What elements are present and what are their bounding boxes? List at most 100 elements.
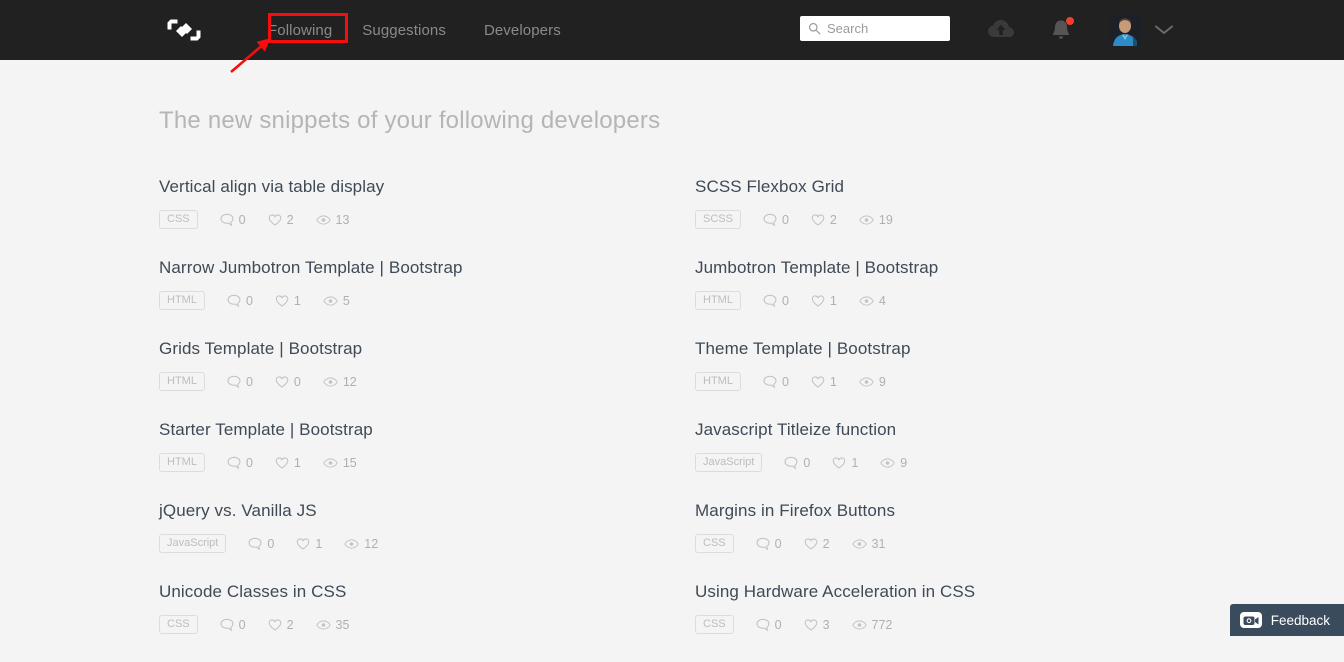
snippet-tag[interactable]: HTML [695, 372, 741, 391]
view-count: 12 [343, 375, 357, 389]
nav-link-suggestions[interactable]: Suggestions [362, 22, 446, 39]
snippet-meta: HTML 0 1 4 [695, 291, 1189, 310]
snippet-title[interactable]: Grids Template | Bootstrap [159, 338, 695, 360]
snippet-likes: 1 [275, 294, 301, 308]
snippet-meta: CSS 0 2 35 [159, 615, 695, 634]
heart-icon [811, 375, 825, 389]
comment-count: 0 [782, 213, 789, 227]
comment-icon [756, 618, 770, 632]
snippet-tag[interactable]: JavaScript [159, 534, 226, 553]
snippet-meta: CSS 0 2 31 [695, 534, 1189, 553]
comment-icon [227, 375, 241, 389]
snippet-card[interactable]: Vertical align via table display CSS 0 2… [159, 176, 695, 257]
snippet-card[interactable]: Margins in Firefox Buttons CSS 0 2 31 [695, 500, 1189, 581]
snippet-card[interactable]: Narrow Jumbotron Template | Bootstrap HT… [159, 257, 695, 338]
nav-link-following[interactable]: Following [268, 22, 332, 39]
snippet-title[interactable]: jQuery vs. Vanilla JS [159, 500, 695, 522]
snippet-tag[interactable]: CSS [159, 615, 198, 634]
snippet-meta: HTML 0 1 5 [159, 291, 695, 310]
eye-icon [323, 294, 338, 308]
snippet-title[interactable]: Javascript Titleize function [695, 419, 1189, 441]
snippet-comments: 0 [763, 213, 789, 227]
snippet-likes: 1 [811, 294, 837, 308]
like-count: 2 [823, 537, 830, 551]
feedback-button[interactable]: Feedback [1230, 604, 1344, 636]
snippet-title[interactable]: Unicode Classes in CSS [159, 581, 695, 603]
snippet-tag[interactable]: SCSS [695, 210, 741, 229]
notifications-button[interactable] [1044, 0, 1078, 60]
comment-count: 0 [782, 294, 789, 308]
camera-icon [1240, 612, 1262, 628]
snippet-tag[interactable]: CSS [695, 615, 734, 634]
snippet-tag[interactable]: HTML [159, 453, 205, 472]
snippet-title[interactable]: Margins in Firefox Buttons [695, 500, 1189, 522]
snippet-card[interactable]: Jumbotron Template | Bootstrap HTML 0 1 … [695, 257, 1189, 338]
snippet-likes: 2 [804, 537, 830, 551]
comment-count: 0 [775, 618, 782, 632]
snippet-views: 12 [344, 537, 378, 551]
upload-button[interactable] [984, 0, 1018, 60]
view-count: 9 [900, 456, 907, 470]
search-box[interactable] [800, 16, 950, 41]
like-count: 1 [830, 294, 837, 308]
notification-badge [1066, 17, 1074, 25]
snippet-tag[interactable]: HTML [159, 372, 205, 391]
heart-icon [811, 213, 825, 227]
snippet-meta: CSS 0 2 13 [159, 210, 695, 229]
comment-count: 0 [246, 294, 253, 308]
comment-count: 0 [239, 618, 246, 632]
comment-count: 0 [782, 375, 789, 389]
eye-icon [852, 537, 867, 551]
snippet-comments: 0 [227, 456, 253, 470]
snippet-tag[interactable]: CSS [695, 534, 734, 553]
heart-icon [268, 213, 282, 227]
heart-icon [275, 294, 289, 308]
snippet-tag[interactable]: HTML [159, 291, 205, 310]
comment-count: 0 [803, 456, 810, 470]
nav-link-developers[interactable]: Developers [484, 22, 561, 39]
snippet-comments: 0 [756, 537, 782, 551]
snippet-meta: HTML 0 1 9 [695, 372, 1189, 391]
snippet-card[interactable]: Starter Template | Bootstrap HTML 0 1 15 [159, 419, 695, 500]
snippet-card[interactable]: Grids Template | Bootstrap HTML 0 0 12 [159, 338, 695, 419]
snippet-likes: 1 [296, 537, 322, 551]
snippet-comments: 0 [220, 618, 246, 632]
search-icon [808, 22, 821, 35]
snippet-title[interactable]: Theme Template | Bootstrap [695, 338, 1189, 360]
comment-icon [763, 213, 777, 227]
snippet-meta: CSS 0 3 772 [695, 615, 1189, 634]
eye-icon [316, 618, 331, 632]
site-logo[interactable] [165, 15, 203, 45]
snippet-views: 9 [880, 456, 907, 470]
search-input[interactable] [827, 21, 942, 36]
snippet-card[interactable]: Theme Template | Bootstrap HTML 0 1 9 [695, 338, 1189, 419]
comment-icon [763, 294, 777, 308]
snippet-card[interactable]: Javascript Titleize function JavaScript … [695, 419, 1189, 500]
like-count: 0 [294, 375, 301, 389]
eye-icon [852, 618, 867, 632]
snippet-title[interactable]: Jumbotron Template | Bootstrap [695, 257, 1189, 279]
like-count: 2 [287, 618, 294, 632]
snippet-likes: 1 [832, 456, 858, 470]
snippet-views: 4 [859, 294, 886, 308]
snippet-title[interactable]: Using Hardware Acceleration in CSS [695, 581, 1189, 603]
snippet-meta: JavaScript 0 1 12 [159, 534, 695, 553]
heart-icon [275, 375, 289, 389]
snippet-title[interactable]: SCSS Flexbox Grid [695, 176, 1189, 198]
snippet-title[interactable]: Vertical align via table display [159, 176, 695, 198]
snippet-tag[interactable]: JavaScript [695, 453, 762, 472]
snippet-meta: JavaScript 0 1 9 [695, 453, 1189, 472]
snippet-card[interactable]: Using Hardware Acceleration in CSS CSS 0… [695, 581, 1189, 662]
avatar[interactable] [1109, 14, 1141, 46]
snippet-card[interactable]: Unicode Classes in CSS CSS 0 2 35 [159, 581, 695, 662]
snippet-tag[interactable]: HTML [695, 291, 741, 310]
snippet-views: 772 [852, 618, 893, 632]
snippet-card[interactable]: SCSS Flexbox Grid SCSS 0 2 19 [695, 176, 1189, 257]
snippet-card[interactable]: jQuery vs. Vanilla JS JavaScript 0 1 12 [159, 500, 695, 581]
snippet-tag[interactable]: CSS [159, 210, 198, 229]
snippet-likes: 2 [811, 213, 837, 227]
snippet-title[interactable]: Narrow Jumbotron Template | Bootstrap [159, 257, 695, 279]
snippet-title[interactable]: Starter Template | Bootstrap [159, 419, 695, 441]
account-menu-button[interactable] [1148, 0, 1180, 60]
heart-icon [296, 537, 310, 551]
